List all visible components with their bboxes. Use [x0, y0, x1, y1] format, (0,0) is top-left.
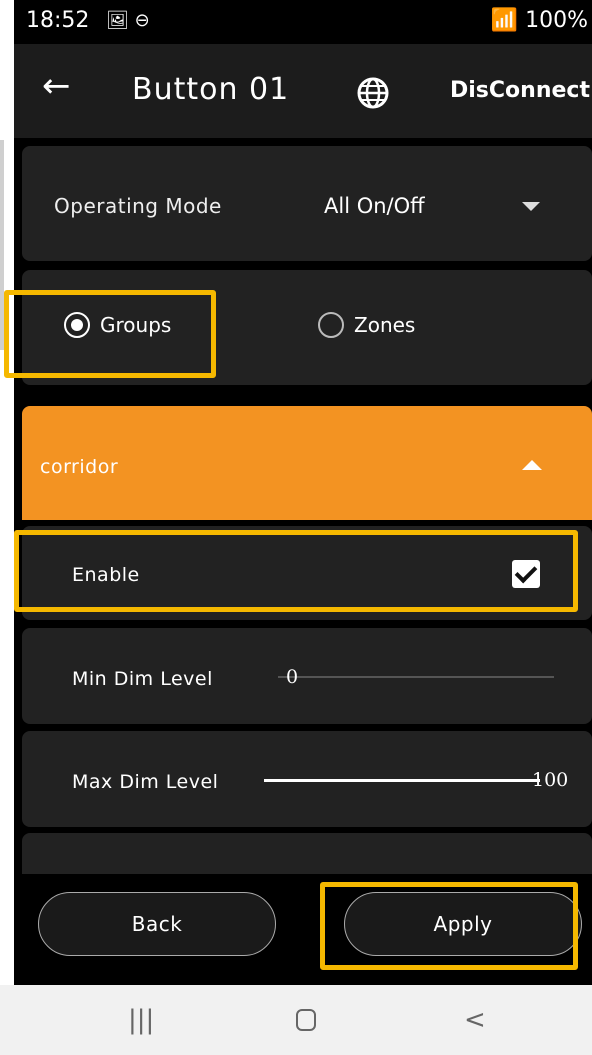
min-dim-value: 0: [286, 666, 299, 688]
globe-icon[interactable]: [356, 76, 390, 110]
highlight-box-enable: [14, 530, 578, 612]
recents-icon[interactable]: |||: [128, 1005, 154, 1035]
collapse-arrow-icon[interactable]: [522, 460, 542, 470]
page-title: Button 01: [132, 72, 290, 107]
max-dim-label: Max Dim Level: [72, 771, 219, 793]
min-dim-label: Min Dim Level: [72, 668, 213, 690]
disconnect-button[interactable]: DisConnect: [450, 78, 590, 103]
status-time: 18:52: [26, 8, 90, 33]
operating-mode-label: Operating Mode: [54, 194, 222, 218]
zones-radio-label: Zones: [354, 313, 416, 337]
back-arrow-icon[interactable]: ←: [42, 66, 71, 106]
group-header-corridor[interactable]: corridor: [22, 406, 592, 520]
zones-radio[interactable]: Zones: [318, 312, 415, 338]
dropdown-arrow-icon[interactable]: [522, 202, 540, 211]
operating-mode-value[interactable]: All On/Off: [324, 194, 425, 218]
radio-unselected-icon[interactable]: [318, 312, 344, 338]
max-dim-slider-fill[interactable]: [264, 779, 540, 782]
min-dim-slider-track[interactable]: [278, 676, 554, 678]
back-button[interactable]: Back: [38, 892, 276, 956]
home-icon[interactable]: [296, 1009, 316, 1031]
highlight-box-groups: [4, 290, 216, 378]
status-signal-battery: 📶 100%: [490, 8, 588, 33]
app-screen: 18:52 🖼 ⊖ 📶 100% ← Button 01 DisConnect …: [14, 0, 592, 985]
system-nav-bar: ||| <: [0, 985, 592, 1055]
highlight-box-apply: [320, 882, 578, 970]
min-dim-row: Min Dim Level 0: [22, 628, 592, 724]
group-name: corridor: [40, 456, 119, 478]
operating-mode-card[interactable]: Operating Mode All On/Off: [22, 146, 592, 261]
max-dim-value: 100: [532, 769, 569, 791]
status-notification-icons: 🖼 ⊖: [106, 10, 150, 31]
app-bar: ← Button 01 DisConnect: [14, 44, 592, 138]
system-back-icon[interactable]: <: [464, 1005, 486, 1035]
status-bar: 18:52 🖼 ⊖ 📶 100%: [14, 0, 592, 44]
max-dim-row: Max Dim Level 100: [22, 731, 592, 827]
